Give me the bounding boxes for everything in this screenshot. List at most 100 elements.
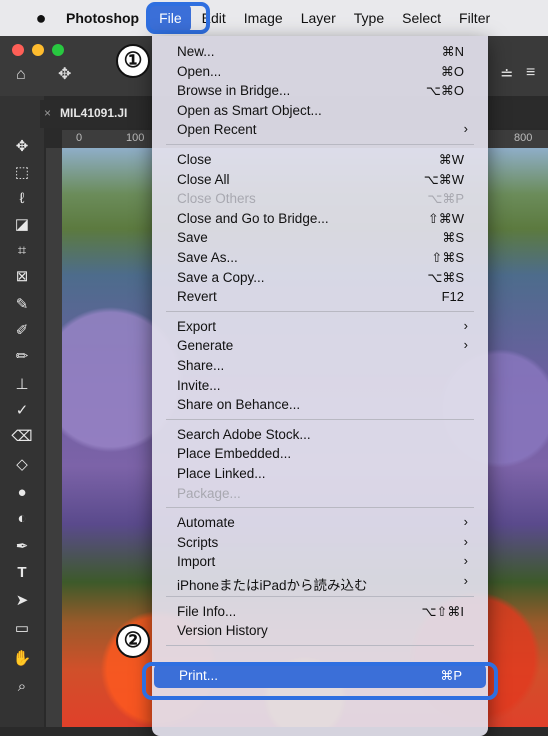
ruler-label: 100: [126, 132, 145, 144]
menu-item-label: Close Others: [177, 191, 256, 207]
submenu-chevron-icon: ›: [463, 514, 468, 530]
submenu-chevron-icon: ›: [463, 553, 468, 569]
submenu-chevron-icon: ›: [463, 533, 468, 549]
menu-item-import[interactable]: Import ›: [152, 552, 488, 572]
lasso-tool-icon[interactable]: ℓ: [8, 188, 36, 210]
move-tool-icon[interactable]: ✥: [58, 64, 71, 84]
menu-item-label: Browse in Bridge...: [177, 83, 291, 99]
menu-item-iphone-ipad[interactable]: iPhoneまたはiPadから読み込む ›: [152, 572, 488, 593]
menu-item-version-history[interactable]: Version History: [152, 621, 488, 641]
menu-item-shortcut: ⌘S: [442, 230, 464, 246]
menu-item-scripts[interactable]: Scripts ›: [152, 533, 488, 553]
ruler-label: 0: [76, 132, 83, 144]
menu-item-revert[interactable]: Revert F12: [152, 287, 488, 307]
menu-item-open-as-smart-object[interactable]: Open as Smart Object...: [152, 101, 488, 121]
menu-item-place-embedded[interactable]: Place Embedded...: [152, 444, 488, 464]
submenu-chevron-icon: ›: [463, 337, 468, 353]
menu-item-automate[interactable]: Automate ›: [152, 513, 488, 533]
menu-item-new[interactable]: New... ⌘N: [152, 42, 488, 62]
menu-item-generate[interactable]: Generate ›: [152, 336, 488, 356]
menu-item-share[interactable]: Share...: [152, 356, 488, 376]
menu-item-label: Save a Copy...: [177, 269, 265, 285]
menu-item-save-as[interactable]: Save As... ⇧⌘S: [152, 248, 488, 268]
menu-separator: [166, 595, 474, 597]
menu-item-place-linked[interactable]: Place Linked...: [152, 464, 488, 484]
menu-item-label: File Info...: [177, 603, 237, 619]
menu-item-label: Import: [177, 554, 216, 570]
menu-item-close-and-go-to-bridge[interactable]: Close and Go to Bridge... ⇧⌘W: [152, 209, 488, 229]
menu-item-save-a-copy[interactable]: Save a Copy... ⌥⌘S: [152, 268, 488, 288]
menu-image[interactable]: Image: [235, 0, 292, 36]
dodge-tool-icon[interactable]: ◐: [8, 508, 36, 530]
print-highlight-ring: [142, 662, 498, 700]
menu-item-file-info[interactable]: File Info... ⌥⇧⌘I: [152, 602, 488, 622]
menu-item-shortcut: ⌥⇧⌘I: [421, 603, 465, 619]
menu-item-shortcut: ⇧⌘W: [427, 210, 464, 226]
history-brush-tool-icon[interactable]: ✓: [8, 400, 36, 422]
menu-item-open-recent[interactable]: Open Recent ›: [152, 120, 488, 140]
menu-item-close-others: Close Others ⌥⌘P: [152, 189, 488, 209]
menu-item-shortcut: ⌥⌘W: [423, 171, 464, 187]
zoom-window-button[interactable]: [52, 44, 64, 56]
gradient-tool-icon[interactable]: ◇: [8, 454, 36, 476]
close-window-button[interactable]: [12, 44, 24, 56]
menu-item-search-adobe-stock[interactable]: Search Adobe Stock...: [152, 425, 488, 445]
pen-tool-icon[interactable]: ✒: [8, 536, 36, 558]
type-tool-icon[interactable]: T: [8, 562, 36, 584]
menu-item-shortcut: ⌥⌘S: [427, 269, 464, 285]
menu-item-label: Place Embedded...: [177, 446, 292, 462]
menu-item-close[interactable]: Close ⌘W: [152, 150, 488, 170]
distribute-icon[interactable]: ≡: [526, 64, 535, 82]
crop-tool-icon[interactable]: ⌗: [8, 240, 36, 262]
menu-item-export[interactable]: Export ›: [152, 317, 488, 337]
zoom-tool-icon[interactable]: ⌕: [8, 676, 36, 698]
close-tab-icon[interactable]: ×: [44, 106, 51, 120]
menu-item-browse-in-bridge[interactable]: Browse in Bridge... ⌥⌘O: [152, 81, 488, 101]
align-icon[interactable]: ≐: [500, 64, 513, 84]
menu-layer[interactable]: Layer: [292, 0, 345, 36]
menu-type[interactable]: Type: [345, 0, 393, 36]
blur-tool-icon[interactable]: ●: [8, 482, 36, 504]
healing-brush-tool-icon[interactable]: ✐: [8, 320, 36, 342]
menu-item-invite[interactable]: Invite...: [152, 376, 488, 396]
stamp-tool-icon[interactable]: ⊥: [8, 374, 36, 396]
home-icon[interactable]: ⌂: [16, 66, 26, 84]
frame-tool-icon[interactable]: ⊠: [8, 266, 36, 288]
menu-item-open[interactable]: Open... ⌘O: [152, 62, 488, 82]
brush-tool-icon[interactable]: ✏: [8, 346, 36, 368]
menu-select[interactable]: Select: [393, 0, 450, 36]
menu-item-label: Scripts: [177, 534, 219, 550]
menu-item-label: Automate: [177, 515, 235, 531]
menu-item-label: Package...: [177, 485, 241, 501]
menu-item-label: Save: [177, 230, 208, 246]
document-tab[interactable]: MIL41091.JI: [60, 106, 127, 120]
menu-item-package: Package...: [152, 484, 488, 504]
submenu-chevron-icon: ›: [463, 317, 468, 333]
minimize-window-button[interactable]: [32, 44, 44, 56]
eyedropper-tool-icon[interactable]: ✎: [8, 294, 36, 316]
submenu-chevron-icon: ›: [463, 573, 468, 588]
move-tool-icon[interactable]: ✥: [8, 136, 36, 158]
object-select-tool-icon[interactable]: ◪: [8, 214, 36, 236]
eraser-tool-icon[interactable]: ⌫: [8, 426, 36, 448]
submenu-chevron-icon: ›: [463, 121, 468, 137]
menu-photoshop[interactable]: Photoshop: [52, 0, 148, 36]
shape-tool-icon[interactable]: ▭: [8, 618, 36, 640]
marquee-tool-icon[interactable]: ⬚: [8, 162, 36, 184]
menu-item-label: Generate: [177, 338, 234, 354]
apple-icon[interactable]: ●: [30, 8, 52, 29]
menu-item-label: Close and Go to Bridge...: [177, 210, 329, 226]
menu-item-label: Save As...: [177, 250, 238, 265]
menu-filter[interactable]: Filter: [450, 0, 499, 36]
menu-item-shortcut: ⌘N: [441, 44, 464, 59]
path-select-tool-icon[interactable]: ➤: [8, 590, 36, 612]
menu-separator: [166, 507, 474, 509]
menu-item-label: Place Linked...: [177, 466, 266, 481]
menu-item-close-all[interactable]: Close All ⌥⌘W: [152, 170, 488, 190]
menu-item-label: Search Adobe Stock...: [177, 426, 311, 442]
hand-tool-icon[interactable]: ✋: [8, 648, 36, 670]
menu-item-save[interactable]: Save ⌘S: [152, 228, 488, 248]
menu-item-shortcut: F12: [441, 289, 464, 305]
menu-bar: ● Photoshop File Edit Image Layer Type S…: [0, 0, 548, 36]
menu-item-share-on-behance[interactable]: Share on Behance...: [152, 395, 488, 415]
